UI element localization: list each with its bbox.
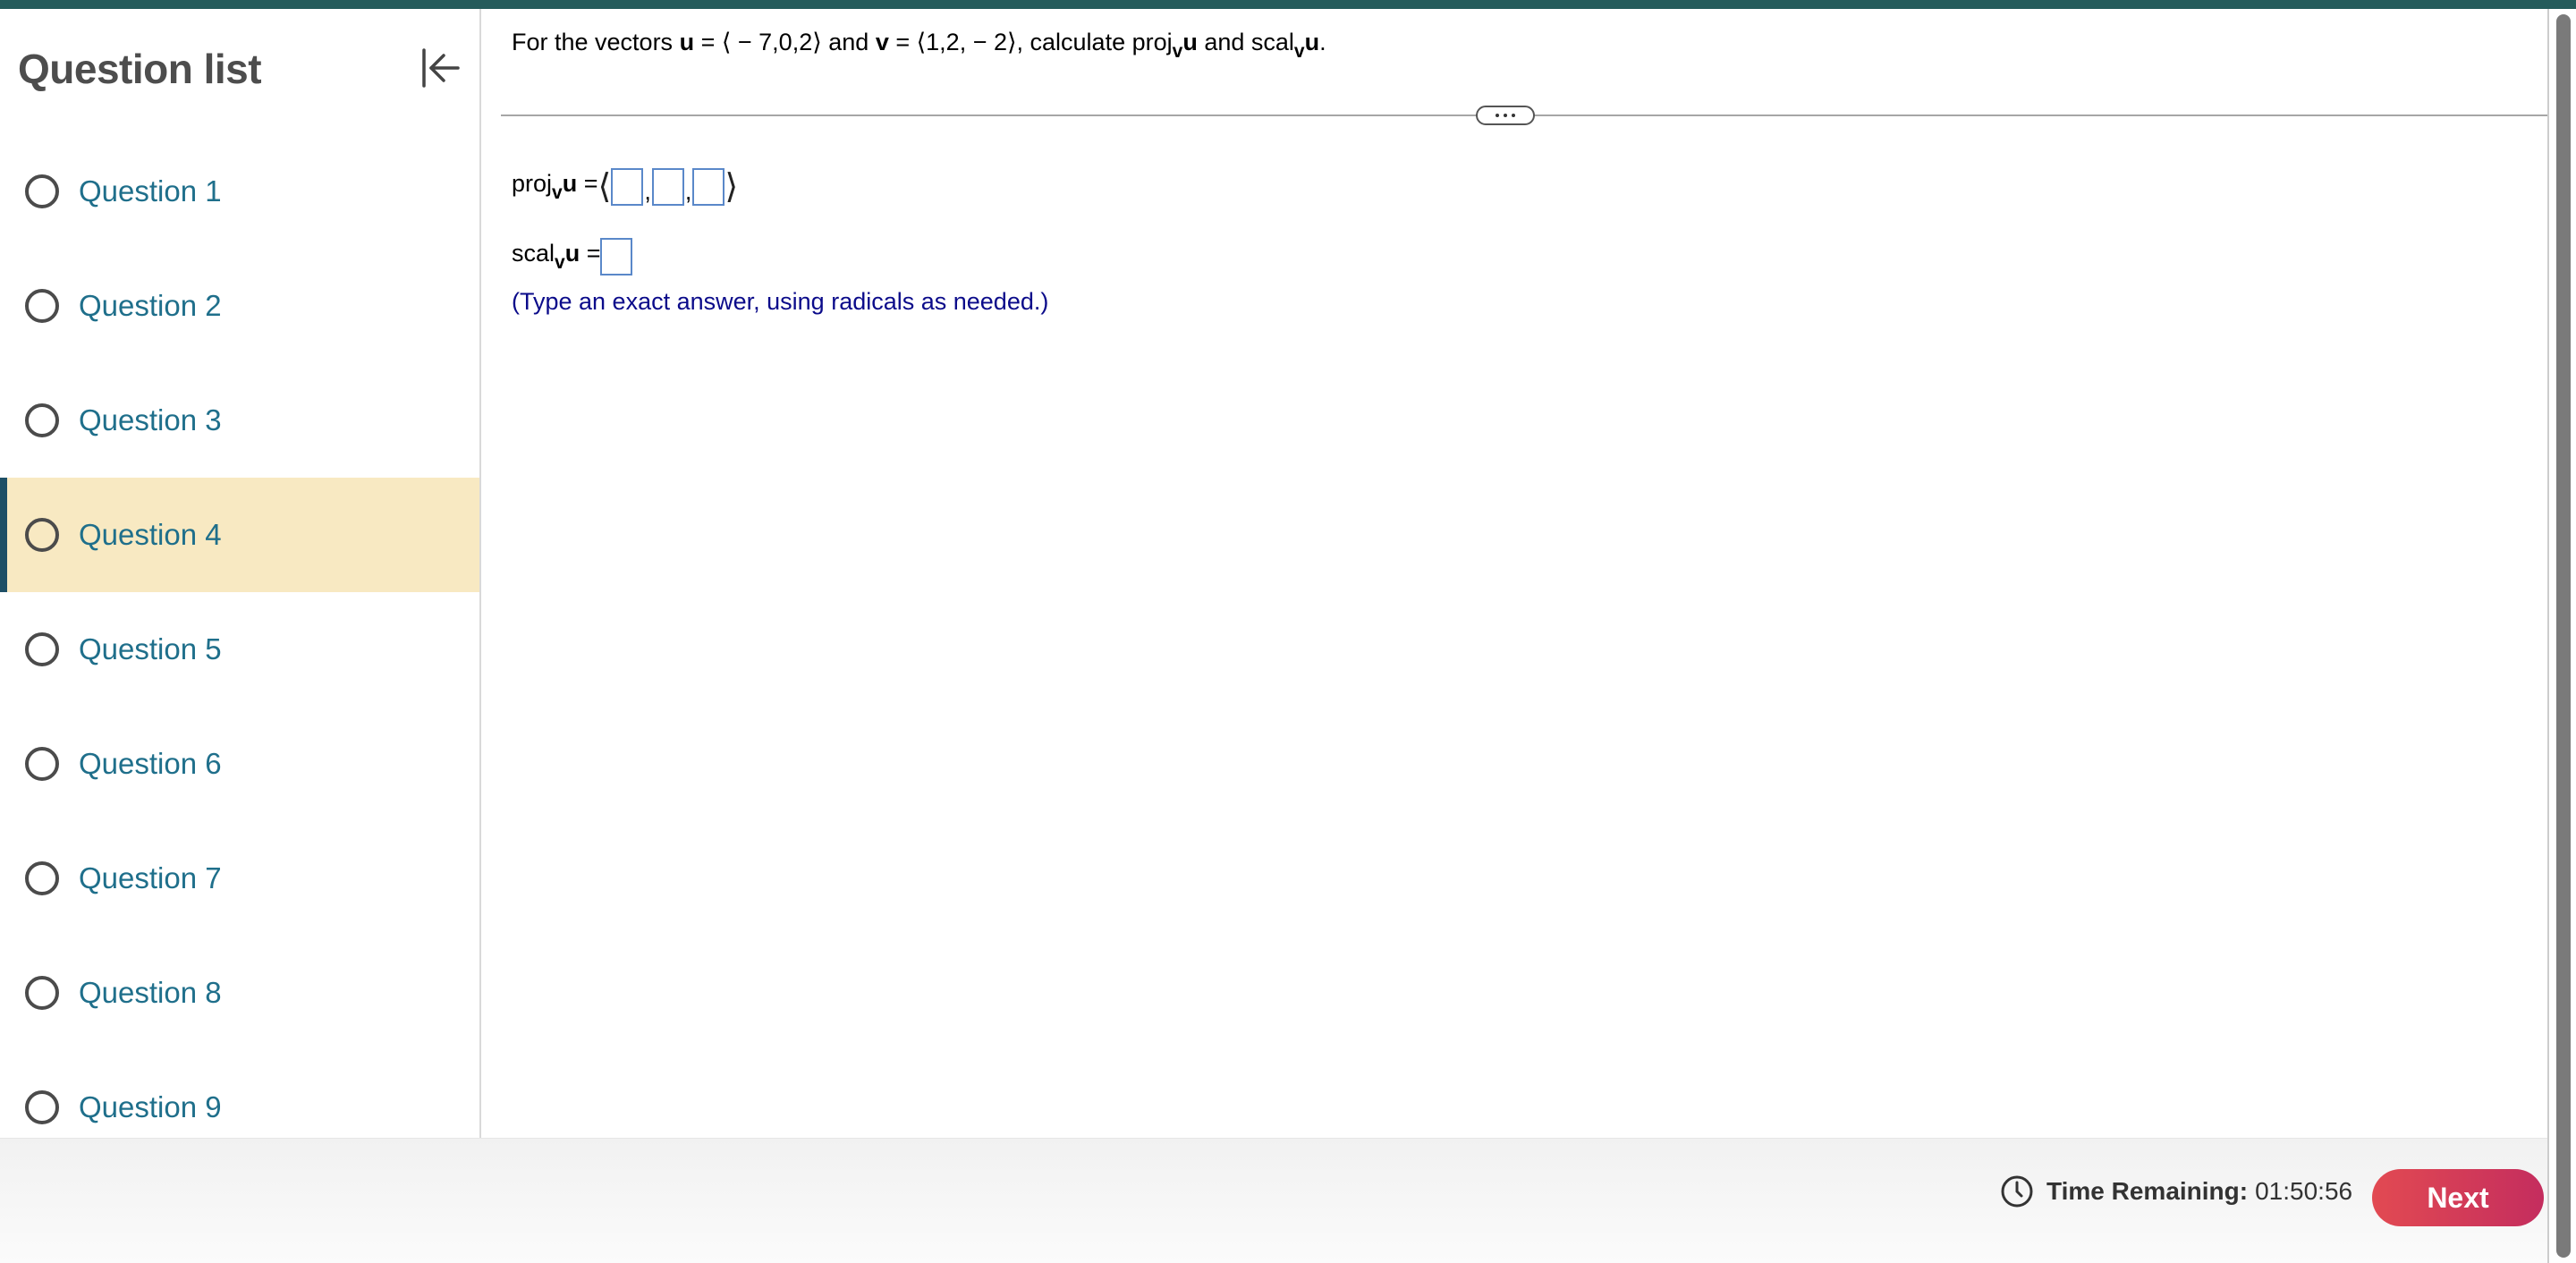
unanswered-circle-icon xyxy=(25,861,59,895)
sidebar-title: Question list xyxy=(18,46,262,92)
question-panel: For the vectors u = ⟨ − 7,0,2⟩ and v = ⟨… xyxy=(483,9,2547,1138)
unanswered-circle-icon xyxy=(25,1090,59,1124)
next-button[interactable]: Next xyxy=(2372,1169,2544,1226)
question-item-1[interactable]: Question 1 xyxy=(0,134,479,249)
question-item-label: Question 2 xyxy=(79,289,222,322)
projection-component-2-input[interactable] xyxy=(651,168,684,206)
unanswered-circle-icon xyxy=(25,403,59,437)
time-remaining: Time Remaining: 01:50:56 xyxy=(2000,1166,2352,1217)
unanswered-circle-icon xyxy=(25,518,59,552)
question-item-label: Question 3 xyxy=(79,403,222,437)
question-item-4-active[interactable]: Question 4 xyxy=(0,478,479,592)
projection-label: projvu = xyxy=(512,170,598,203)
scrollbar-thumb[interactable] xyxy=(2556,14,2571,1258)
scalar-projection-input[interactable] xyxy=(600,238,633,275)
question-item-label: Question 5 xyxy=(79,632,222,665)
question-item-label: Question 9 xyxy=(79,1090,222,1123)
collapse-sidebar-button[interactable] xyxy=(417,45,463,91)
page-scrollbar[interactable] xyxy=(2547,9,2576,1263)
question-item-6[interactable]: Question 6 xyxy=(0,707,479,821)
question-item-label: Question 4 xyxy=(79,518,222,551)
comma-separator: , xyxy=(684,178,692,205)
clock-icon xyxy=(2001,1175,2033,1208)
unanswered-circle-icon xyxy=(25,289,59,323)
unanswered-circle-icon xyxy=(25,976,59,1010)
projection-component-3-input[interactable] xyxy=(692,168,725,206)
question-list: Question 1 Question 2 Question 3 Questio… xyxy=(0,134,479,1138)
question-item-label: Question 1 xyxy=(79,174,222,208)
question-list-sidebar: Question list Question 1 Question 2 Ques… xyxy=(0,9,481,1138)
projection-component-1-input[interactable] xyxy=(611,168,644,206)
question-item-7[interactable]: Question 7 xyxy=(0,821,479,936)
time-remaining-label: Time Remaining: xyxy=(2046,1177,2249,1205)
question-prompt: For the vectors u = ⟨ − 7,0,2⟩ and v = ⟨… xyxy=(512,29,1326,62)
question-item-label: Question 7 xyxy=(79,861,222,894)
unanswered-circle-icon xyxy=(25,632,59,666)
unanswered-circle-icon xyxy=(25,174,59,208)
comma-separator: , xyxy=(644,178,651,205)
question-item-5[interactable]: Question 5 xyxy=(0,592,479,707)
scalar-answer-row: scalvu = xyxy=(512,238,633,275)
top-accent-bar xyxy=(0,0,2576,9)
question-item-3[interactable]: Question 3 xyxy=(0,363,479,478)
question-item-9[interactable]: Question 9 xyxy=(0,1050,479,1138)
collapse-left-icon xyxy=(422,48,460,88)
right-angle-bracket: ⟩ xyxy=(724,168,739,206)
time-remaining-value: 01:50:56 xyxy=(2255,1177,2353,1205)
question-item-label: Question 8 xyxy=(79,976,222,1009)
left-angle-bracket: ⟨ xyxy=(597,168,612,206)
projection-answer-row: projvu = ⟨ , , ⟩ xyxy=(512,168,738,206)
unanswered-circle-icon xyxy=(25,747,59,781)
pane-resize-handle[interactable] xyxy=(1476,106,1535,125)
question-item-label: Question 6 xyxy=(79,747,222,780)
question-item-2[interactable]: Question 2 xyxy=(0,249,479,363)
answer-hint: (Type an exact answer, using radicals as… xyxy=(512,288,1049,315)
question-item-8[interactable]: Question 8 xyxy=(0,936,479,1050)
scalar-label: scalvu = xyxy=(512,240,601,273)
footer-bar: Time Remaining: 01:50:56 Next xyxy=(0,1138,2547,1263)
